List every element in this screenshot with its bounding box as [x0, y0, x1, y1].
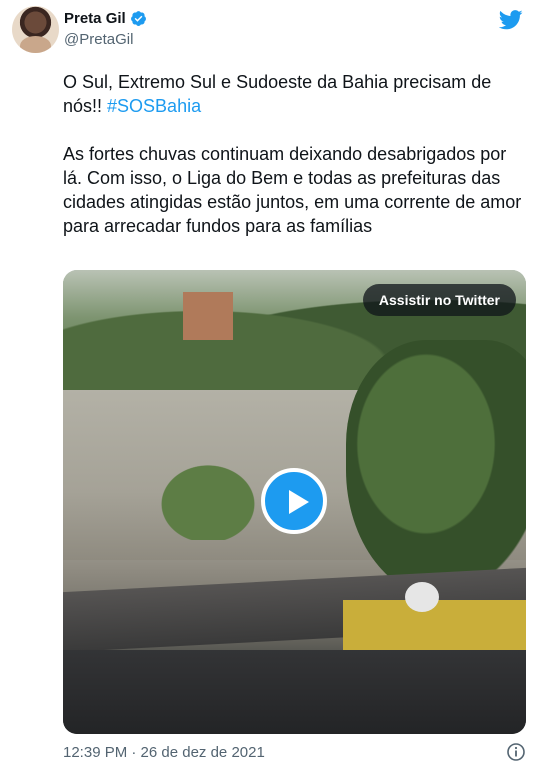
- video-player[interactable]: Assistir no Twitter: [63, 270, 526, 734]
- play-icon: [289, 490, 309, 514]
- tweet-paragraph-2: As fortes chuvas continuam deixando desa…: [63, 144, 522, 236]
- author-name[interactable]: Preta Gil: [64, 10, 126, 27]
- tweet-paragraph-1: O Sul, Extremo Sul e Sudoeste da Bahia p…: [63, 70, 528, 118]
- info-icon[interactable]: [506, 742, 526, 762]
- tweet-footer: 12:39 PM · 26 de dez de 2021: [63, 742, 526, 764]
- timestamp[interactable]: 12:39 PM · 26 de dez de 2021: [63, 744, 265, 761]
- watch-on-twitter-button[interactable]: Assistir no Twitter: [362, 284, 516, 316]
- tweet-header: Preta Gil @PretaGil: [12, 6, 527, 56]
- author-name-row[interactable]: Preta Gil: [64, 10, 147, 27]
- twitter-bird-icon[interactable]: [498, 10, 523, 30]
- verified-badge-icon: [130, 10, 147, 27]
- tweet-text: O Sul, Extremo Sul e Sudoeste da Bahia p…: [63, 70, 528, 238]
- author-handle[interactable]: @PretaGil: [64, 31, 133, 48]
- avatar[interactable]: [12, 6, 59, 53]
- play-button[interactable]: [261, 468, 327, 534]
- hashtag-link[interactable]: #SOSBahia: [107, 96, 201, 116]
